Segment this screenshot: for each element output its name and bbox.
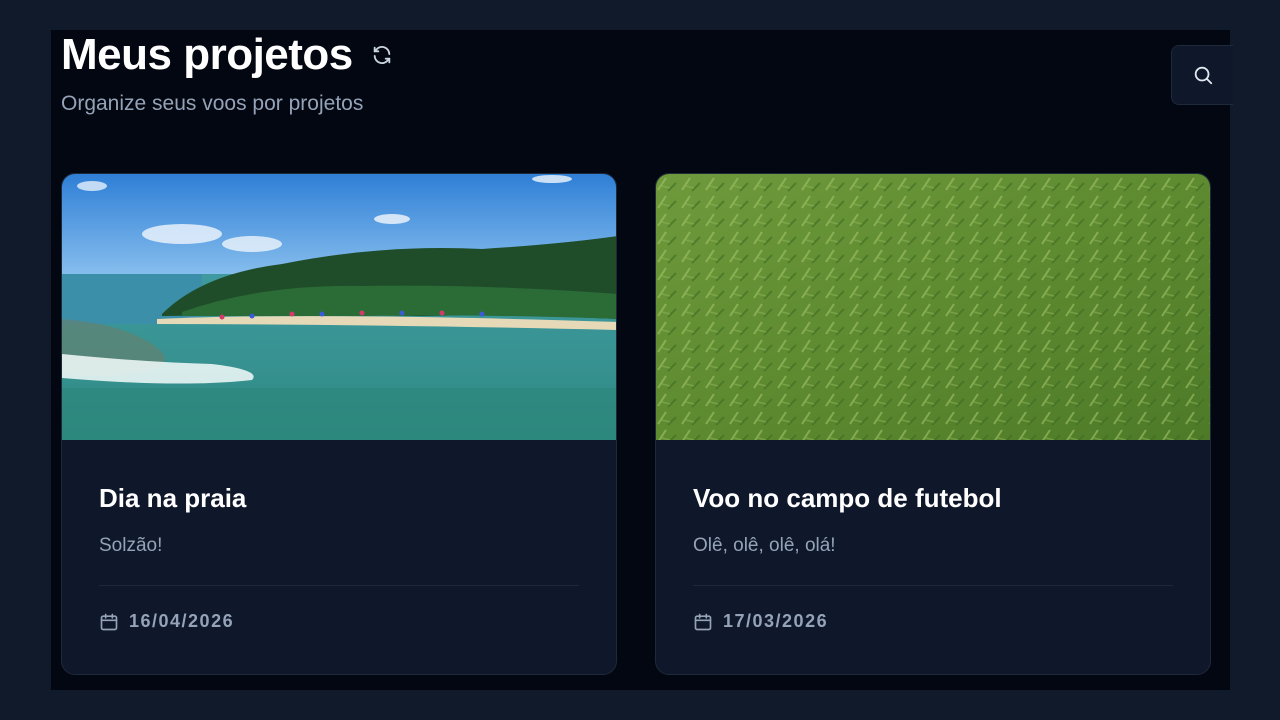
project-date-row: 17/03/2026 <box>693 611 1173 632</box>
beach-aerial-photo <box>62 174 616 440</box>
project-image <box>62 174 616 440</box>
calendar-icon <box>100 613 118 630</box>
grass-field-photo <box>656 174 1210 440</box>
refresh-button[interactable] <box>369 42 395 68</box>
project-title: Dia na praia <box>99 483 247 513</box>
calendar-icon <box>694 613 712 630</box>
project-title: Voo no campo de futebol <box>693 483 1002 513</box>
project-description: Olê, olê, olê, olá! <box>693 535 836 556</box>
project-image <box>656 174 1210 440</box>
project-date-row: 16/04/2026 <box>99 611 579 632</box>
page-subtitle: Organize seus voos por projetos <box>61 92 364 115</box>
project-date: 17/03/2026 <box>723 611 829 631</box>
divider <box>693 585 1173 586</box>
project-card[interactable]: Dia na praia Solzão! 16/04/2026 <box>61 173 617 675</box>
project-card-body: Dia na praia Solzão! 16/04/2026 <box>99 440 579 632</box>
search-button[interactable] <box>1171 45 1233 105</box>
page-title: Meus projetos <box>61 30 353 79</box>
refresh-icon <box>373 46 391 64</box>
project-card[interactable]: Voo no campo de futebol Olê, olê, olê, o… <box>655 173 1211 675</box>
divider <box>99 585 579 586</box>
search-icon <box>1194 66 1212 85</box>
project-card-body: Voo no campo de futebol Olê, olê, olê, o… <box>693 440 1173 632</box>
project-description: Solzão! <box>99 535 163 556</box>
project-date: 16/04/2026 <box>129 611 235 631</box>
title-row: Meus projetos <box>61 30 395 80</box>
projects-page: Meus projetos Organize seus voos por pro… <box>51 30 1233 690</box>
